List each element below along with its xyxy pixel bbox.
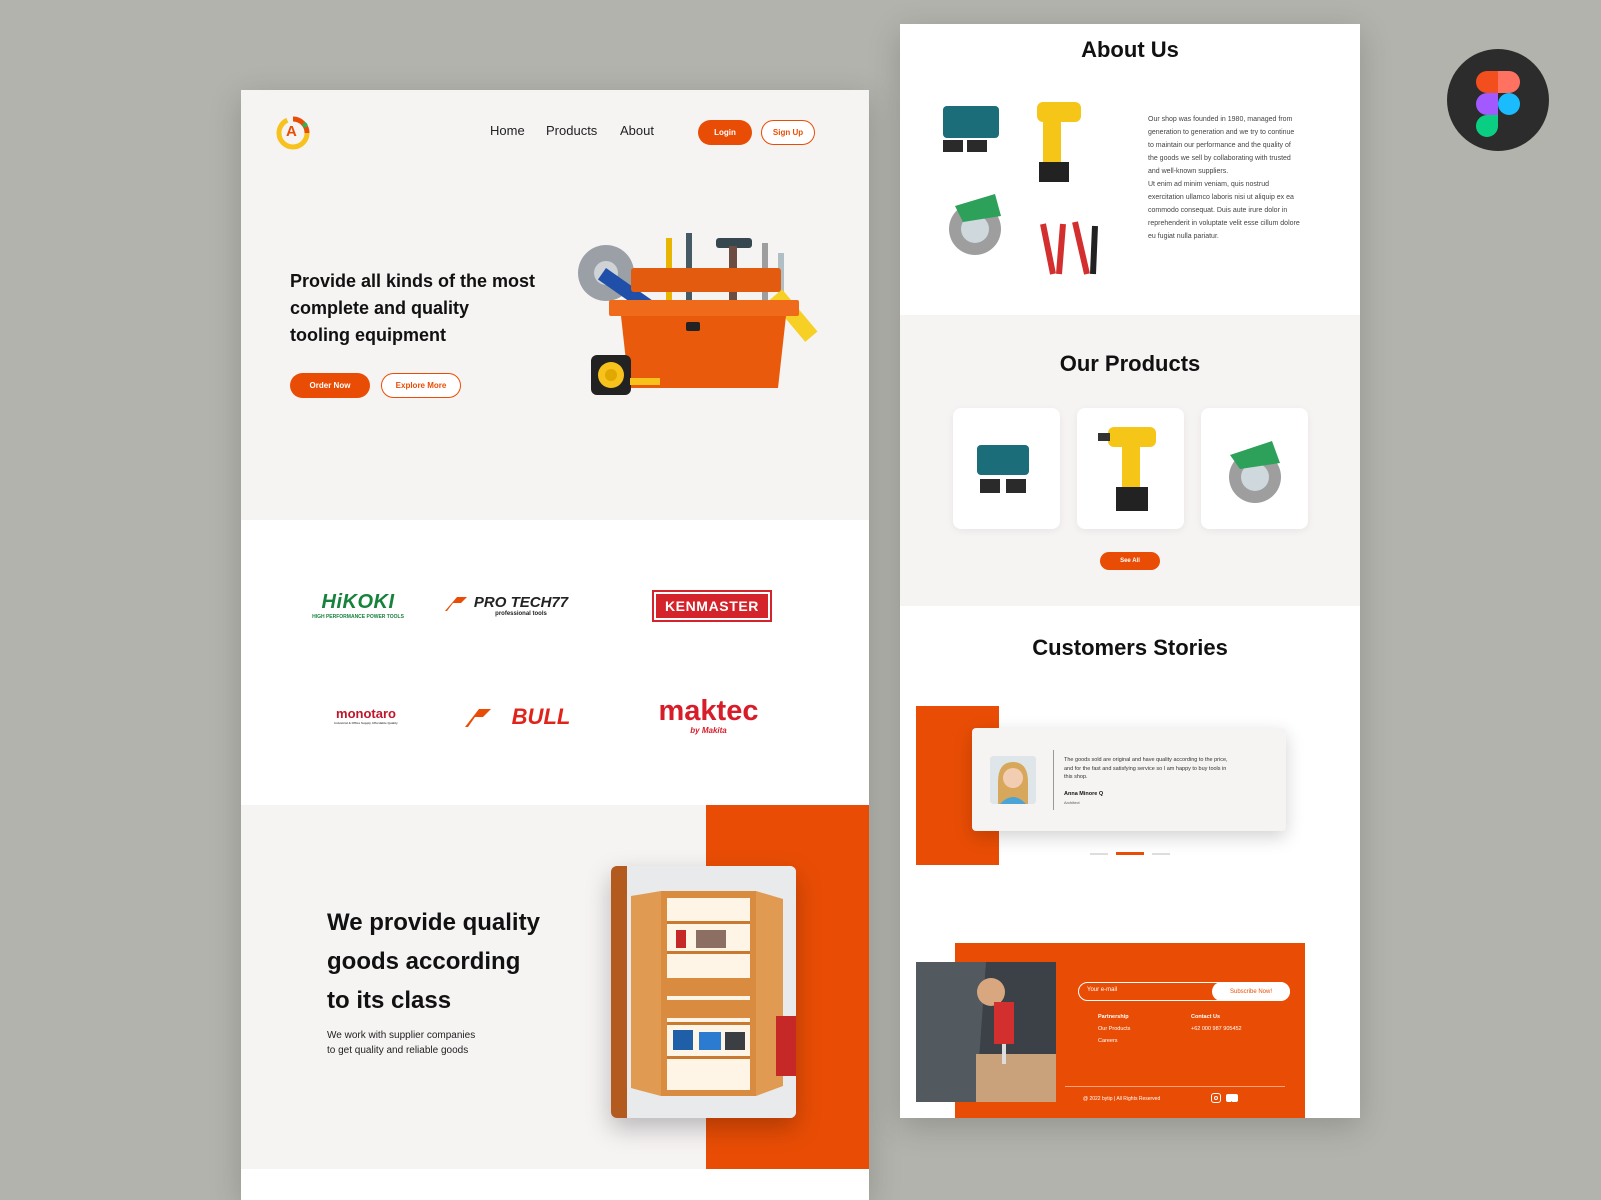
about-line: reprehenderit in voluptate velit esse ci… bbox=[1148, 220, 1300, 227]
brand-protech-text: PRO TECH77 bbox=[473, 593, 569, 611]
logo-letter: A bbox=[286, 123, 297, 140]
figma-icon bbox=[1447, 49, 1549, 151]
hero-title-line: Provide all kinds of the most bbox=[290, 271, 536, 291]
brand-logo[interactable]: A bbox=[275, 115, 311, 151]
customer-role: Architect bbox=[1064, 800, 1080, 805]
quality-sub-line: to get quality and reliable goods bbox=[327, 1045, 469, 1056]
brand-maktec-text: maktec bbox=[658, 694, 759, 727]
product-image bbox=[976, 444, 1029, 493]
brand-monotaro-sub: Industrial & Office Supply Affordable Qu… bbox=[334, 720, 398, 725]
footer-link-products[interactable]: Our Products bbox=[1098, 1026, 1130, 1032]
page-bottom-strip bbox=[241, 1169, 869, 1200]
customer-avatar bbox=[990, 756, 1036, 804]
quote-line: and for the fast and satisfying service … bbox=[1064, 765, 1227, 772]
toolbox-illustration bbox=[566, 228, 821, 408]
testimonial-quote: The goods sold are original and have qua… bbox=[1064, 756, 1274, 782]
order-now-button[interactable]: Order Now bbox=[290, 373, 370, 398]
product-image bbox=[1228, 440, 1281, 503]
nav-home[interactable]: Home bbox=[490, 123, 525, 138]
quality-title-line: goods according bbox=[327, 948, 521, 975]
footer-copyright: @ 2022 bytip | All Rights Reserved bbox=[1083, 1096, 1161, 1102]
explore-more-button[interactable]: Explore More bbox=[381, 373, 461, 398]
quality-title-line: to its class bbox=[327, 987, 452, 1014]
product-card[interactable] bbox=[1201, 408, 1308, 529]
landing-page-left: A Home Products About Login Sign Up Prov… bbox=[241, 90, 869, 1200]
quality-title-line: We provide quality bbox=[327, 909, 540, 936]
instagram-icon[interactable] bbox=[1211, 1093, 1221, 1103]
protech-mark-icon bbox=[443, 595, 469, 613]
brand-hikoki: HiKOKI HIGH PERFORMANCE POWER TOOLS bbox=[303, 585, 413, 625]
footer-contact-title: Contact Us bbox=[1191, 1014, 1221, 1020]
brand-hikoki-sub: HIGH PERFORMANCE POWER TOOLS bbox=[312, 613, 404, 620]
hero-title-line: tooling equipment bbox=[290, 325, 446, 345]
brand-bull-text: BULL bbox=[511, 704, 571, 729]
quote-line: this shop. bbox=[1064, 774, 1088, 780]
about-tools-collage bbox=[935, 94, 1120, 304]
product-card[interactable] bbox=[953, 408, 1060, 529]
product-card[interactable] bbox=[1077, 408, 1184, 529]
products-section: Our Products See All bbox=[900, 315, 1360, 606]
hero-title: Provide all kinds of the most complete a… bbox=[290, 268, 535, 349]
brand-maktec-sub: by Makita bbox=[690, 725, 727, 735]
about-line: eu fugiat nulla pariatur. bbox=[1148, 233, 1219, 240]
stories-title: Customers Stories bbox=[1032, 635, 1228, 660]
products-title: Our Products bbox=[1059, 351, 1201, 376]
testimonial-divider bbox=[1053, 750, 1054, 810]
about-title: About Us bbox=[1081, 37, 1179, 62]
login-button[interactable]: Login bbox=[698, 120, 752, 145]
carousel-dot-active[interactable] bbox=[1116, 852, 1144, 855]
about-line: Our shop was founded in 1980, managed fr… bbox=[1148, 116, 1293, 123]
footer-partnership: Partnership bbox=[1098, 1014, 1129, 1020]
signup-button[interactable]: Sign Up bbox=[761, 120, 815, 145]
about-line: generation to generation and we try to c… bbox=[1148, 129, 1295, 136]
nav-products[interactable]: Products bbox=[546, 123, 597, 138]
about-paragraph: Our shop was founded in 1980, managed fr… bbox=[1148, 113, 1333, 243]
brand-hikoki-text: HiKOKI bbox=[321, 590, 395, 613]
about-line: exercitation ullamco laboris nisi ut ali… bbox=[1148, 194, 1294, 201]
carousel-dot[interactable] bbox=[1090, 853, 1108, 855]
about-line: and well-known suppliers. bbox=[1148, 168, 1229, 175]
youtube-icon[interactable] bbox=[1226, 1094, 1238, 1105]
footer-divider bbox=[1065, 1086, 1285, 1087]
about-line: to maintain our performance and the qual… bbox=[1148, 142, 1291, 149]
brand-kenmaster-text: KENMASTER bbox=[664, 598, 760, 614]
testimonial-card: The goods sold are original and have qua… bbox=[972, 728, 1286, 831]
quote-line: The goods sold are original and have qua… bbox=[1064, 757, 1228, 763]
brand-monotaro: monotaro Industrial & Office Supply Affo… bbox=[316, 700, 416, 730]
brand-maktec: maktec by Makita bbox=[636, 692, 781, 738]
footer-link-careers[interactable]: Careers bbox=[1098, 1038, 1118, 1044]
brand-kenmaster: KENMASTER bbox=[652, 590, 772, 622]
quality-subtitle: We work with supplier companies to get q… bbox=[327, 1028, 475, 1058]
brand-monotaro-text: monotaro bbox=[336, 705, 396, 721]
quality-sub-line: We work with supplier companies bbox=[327, 1030, 476, 1041]
about-line: Ut enim ad minim veniam, quis nostrud bbox=[1148, 181, 1269, 188]
brands-section: HiKOKI HIGH PERFORMANCE POWER TOOLS PRO … bbox=[241, 520, 869, 805]
email-placeholder: Your e-mail bbox=[1087, 987, 1118, 993]
customer-name: Anna Minore Q bbox=[1064, 791, 1104, 797]
footer-worker-photo bbox=[916, 962, 1056, 1102]
brand-bull: BULL bbox=[496, 702, 586, 732]
see-all-button[interactable]: See All bbox=[1100, 552, 1160, 570]
tool-cabinet-photo bbox=[611, 866, 796, 1118]
footer-phone: +62 000 987 905452 bbox=[1191, 1026, 1242, 1032]
product-image bbox=[1097, 426, 1156, 511]
nav-about[interactable]: About bbox=[620, 123, 654, 138]
quality-title: We provide quality goods according to it… bbox=[327, 903, 540, 1020]
carousel-dot[interactable] bbox=[1152, 853, 1170, 855]
about-line: commodo consequat. Duis aute irure dolor… bbox=[1148, 207, 1288, 214]
subscribe-button[interactable]: Subscribe Now! bbox=[1212, 982, 1290, 1001]
brand-protech-sub: professional tools bbox=[495, 610, 547, 617]
hero-title-line: complete and quality bbox=[290, 298, 470, 318]
about-line: the goods we sell by collaborating with … bbox=[1148, 155, 1291, 162]
bull-mark-icon bbox=[463, 705, 493, 729]
landing-page-right: About Us Our shop was founded in 1980, m… bbox=[900, 24, 1360, 1118]
